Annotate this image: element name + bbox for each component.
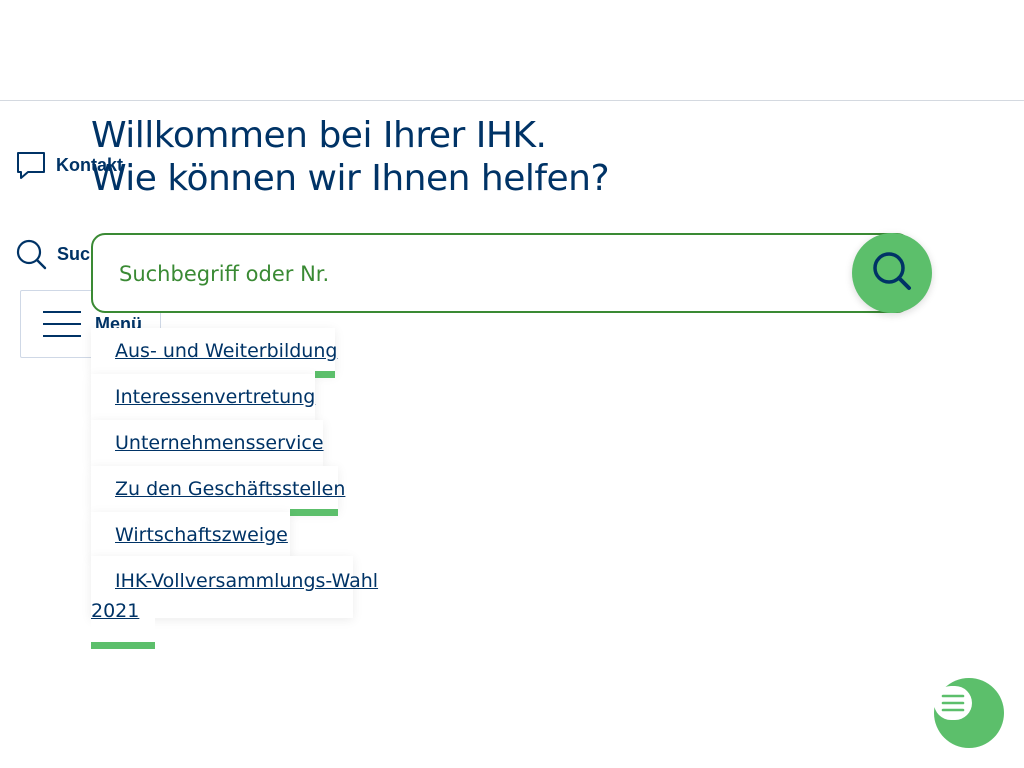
quick-link-label[interactable]: Unternehmensservice [115, 432, 324, 454]
page-title: Willkommen bei Ihrer IHK. Wie können wir… [91, 114, 610, 200]
quick-link-label[interactable]: Interessenvertretung [115, 386, 315, 408]
link-accent-bar [91, 642, 155, 649]
chat-bot-icon [934, 686, 972, 720]
quick-link-label[interactable]: IHK-Vollversammlungs-Wahl [91, 566, 378, 596]
page-title-line-2: Wie können wir Ihnen helfen? [91, 158, 610, 199]
site-header [0, 0, 1024, 101]
magnifier-icon [16, 239, 47, 270]
quick-link-label-year[interactable]: 2021 [91, 600, 139, 622]
chat-bubble-outline-icon [16, 150, 46, 180]
search-field [91, 233, 911, 313]
hamburger-icon [43, 311, 81, 337]
link-accent-bar [290, 509, 338, 516]
quick-link-aus-und-weiterbildung[interactable]: Aus- und Weiterbildung [91, 328, 337, 378]
quick-link-wirtschaftszweige[interactable]: Wirtschaftszweige [91, 512, 290, 558]
quick-link-label[interactable]: Aus- und Weiterbildung [115, 340, 337, 362]
quick-link-geschaeftsstellen[interactable]: Zu den Geschäftsstellen [91, 466, 345, 516]
quick-link-unternehmensservice[interactable]: Unternehmensservice [91, 420, 324, 466]
quick-link-label[interactable]: Zu den Geschäftsstellen [115, 478, 345, 500]
search-input[interactable] [117, 255, 821, 293]
page-title-line-1: Willkommen bei Ihrer IHK. [91, 115, 547, 156]
quick-link-interessenvertretung[interactable]: Interessenvertretung [91, 374, 315, 420]
magnifier-icon [871, 250, 913, 297]
link-accent-bar [315, 371, 335, 378]
chat-bot-button[interactable] [934, 678, 1004, 748]
quick-link-label[interactable]: Wirtschaftszweige [115, 524, 288, 546]
quick-link-vollversammlungs-wahl[interactable]: IHK-Vollversammlungs-Wahl 2021 [91, 566, 378, 626]
search-submit-button[interactable] [852, 233, 932, 313]
